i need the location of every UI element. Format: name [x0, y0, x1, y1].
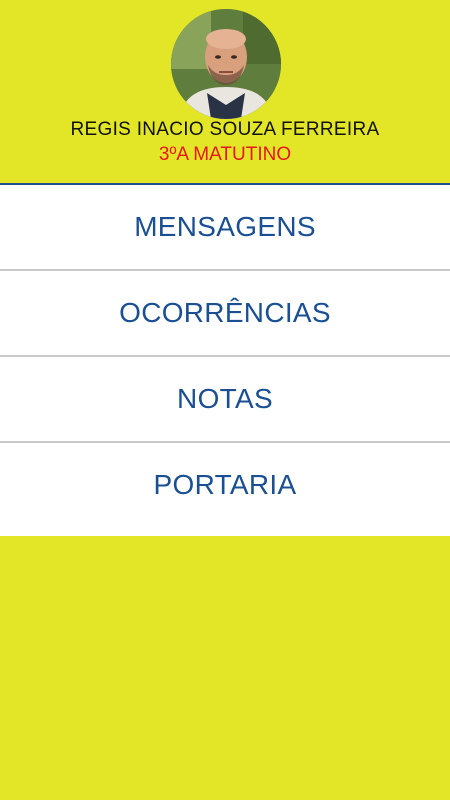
menu-bottom-spacer	[0, 523, 450, 536]
menu-item-label: NOTAS	[177, 383, 273, 414]
profile-header: REGIS INACIO SOUZA FERREIRA 3ºA MATUTINO	[0, 0, 450, 185]
menu-item-label: PORTARIA	[153, 469, 297, 500]
menu-item-portaria[interactable]: PORTARIA	[0, 443, 450, 529]
menu-item-label: MENSAGENS	[134, 211, 316, 242]
avatar-photo	[171, 9, 281, 119]
student-avatar[interactable]	[171, 9, 281, 119]
main-menu: MENSAGENS OCORRÊNCIAS NOTAS PORTARIA	[0, 185, 450, 529]
menu-item-notas[interactable]: NOTAS	[0, 357, 450, 443]
student-class: 3ºA MATUTINO	[158, 144, 292, 165]
student-name: REGIS INACIO SOUZA FERREIRA	[70, 119, 380, 140]
footer-background	[0, 536, 450, 800]
app-screen: REGIS INACIO SOUZA FERREIRA 3ºA MATUTINO…	[0, 0, 450, 800]
menu-item-label: OCORRÊNCIAS	[119, 297, 331, 328]
menu-item-ocorrencias[interactable]: OCORRÊNCIAS	[0, 271, 450, 357]
menu-item-mensagens[interactable]: MENSAGENS	[0, 185, 450, 271]
